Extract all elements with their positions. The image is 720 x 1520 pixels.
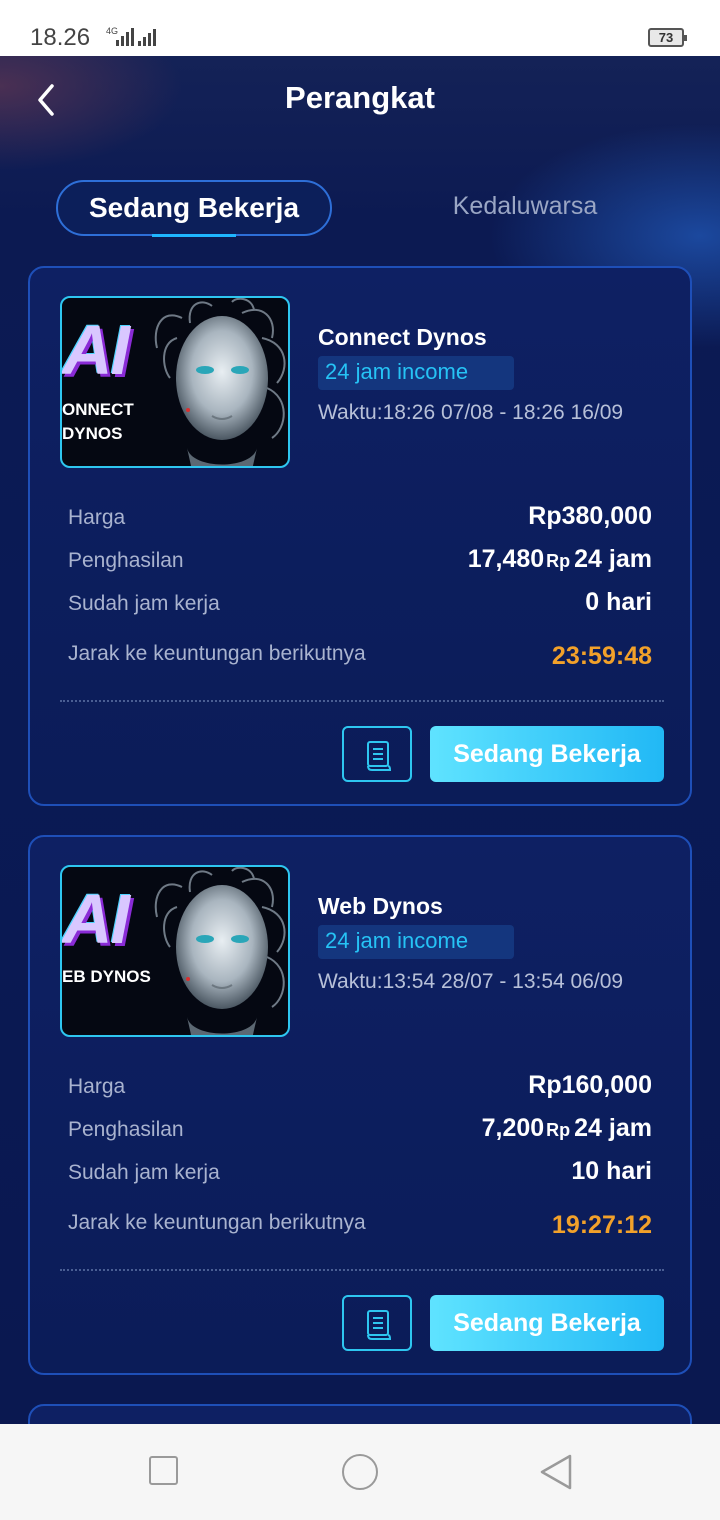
worked-days: 0: [585, 588, 600, 616]
square-icon[interactable]: [149, 1456, 178, 1485]
worked-label: Sudah jam kerja: [68, 1161, 220, 1184]
triangle-back-icon[interactable]: [538, 1453, 574, 1491]
days-unit: hari: [606, 1157, 652, 1185]
receipt-list-icon: [367, 1310, 392, 1340]
device-card: AI EB DYNOS Web Dynos 24 jam income Wakt…: [28, 835, 692, 1375]
time-range: Waktu:13:54 28/07 - 13:54 06/09: [318, 970, 624, 993]
status-bar: 18.26 4G 73: [0, 0, 720, 56]
income-value: 7,200 Rp 24 jam: [482, 1114, 652, 1143]
worked-days: 10: [571, 1157, 600, 1185]
receipt-list-icon: [367, 741, 392, 771]
battery-level: 73: [658, 30, 674, 45]
price-value: Rp160,000: [528, 1071, 652, 1099]
thumb-label-line2: DYNOS: [62, 424, 123, 443]
divider: [60, 1269, 664, 1271]
thumb-ai-text: AI: [62, 311, 130, 389]
price-label: Harga: [68, 1075, 126, 1098]
device-card: AI ONNECT DYNOS Connect Dynos 24 jam inc…: [28, 266, 692, 806]
income-label: Penghasilan: [68, 1118, 184, 1141]
worked-label: Sudah jam kerja: [68, 592, 220, 615]
income-period: 24 jam: [574, 1114, 652, 1142]
worked-value: 0 hari: [585, 588, 652, 617]
system-nav-bar: [0, 1424, 720, 1520]
product-name: Connect Dynos: [318, 324, 487, 350]
income-period: 24 jam: [574, 545, 652, 573]
price-value: Rp380,000: [528, 502, 652, 530]
battery-icon: 73: [648, 28, 687, 47]
header: Perangkat: [0, 56, 720, 144]
income-badge: 24 jam income: [318, 925, 514, 959]
countdown-timer: 23:59:48: [551, 642, 652, 670]
thumb-ai-text: AI: [62, 880, 130, 958]
app-screen: Perangkat Sedang Bekerja Kedaluwarsa AI …: [0, 56, 720, 1424]
tab-sedang-bekerja[interactable]: Sedang Bekerja: [56, 180, 332, 236]
countdown-timer: 19:27:12: [551, 1211, 652, 1239]
thumb-label-line1: ONNECT: [62, 400, 134, 419]
signal-icon: [116, 28, 134, 46]
worked-value: 10 hari: [571, 1157, 652, 1186]
income-badge: 24 jam income: [318, 356, 514, 390]
price-label: Harga: [68, 506, 126, 529]
income-currency: Rp: [546, 1120, 571, 1140]
device-card-partial: [28, 1404, 692, 1424]
product-image: AI EB DYNOS: [60, 865, 290, 1037]
days-unit: hari: [606, 588, 652, 616]
income-currency: Rp: [546, 551, 571, 571]
income-amount: 17,480: [467, 545, 545, 573]
tab-kedaluwarsa[interactable]: Kedaluwarsa: [420, 192, 630, 224]
detail-button[interactable]: [342, 726, 412, 782]
next-profit-label: Jarak ke keuntungan berikutnya: [68, 642, 366, 665]
divider: [60, 700, 664, 702]
working-status-button[interactable]: Sedang Bekerja: [430, 726, 664, 782]
signal-icon-2: [138, 28, 156, 46]
detail-button[interactable]: [342, 1295, 412, 1351]
product-image: AI ONNECT DYNOS: [60, 296, 290, 468]
next-profit-label: Jarak ke keuntungan berikutnya: [68, 1211, 366, 1234]
status-time: 18.26: [30, 24, 91, 51]
income-label: Penghasilan: [68, 549, 184, 572]
thumb-label: EB DYNOS: [62, 967, 151, 986]
income-value: 17,480 Rp 24 jam: [468, 545, 652, 574]
income-amount: 7,200: [481, 1114, 545, 1142]
circle-icon[interactable]: [342, 1454, 378, 1490]
time-range: Waktu:18:26 07/08 - 18:26 16/09: [318, 401, 624, 424]
working-status-button[interactable]: Sedang Bekerja: [430, 1295, 664, 1351]
thumb-label: ONNECT DYNOS: [62, 398, 134, 446]
page-title: Perangkat: [285, 80, 435, 115]
product-name: Web Dynos: [318, 893, 443, 919]
tab-active-indicator: [152, 234, 236, 237]
